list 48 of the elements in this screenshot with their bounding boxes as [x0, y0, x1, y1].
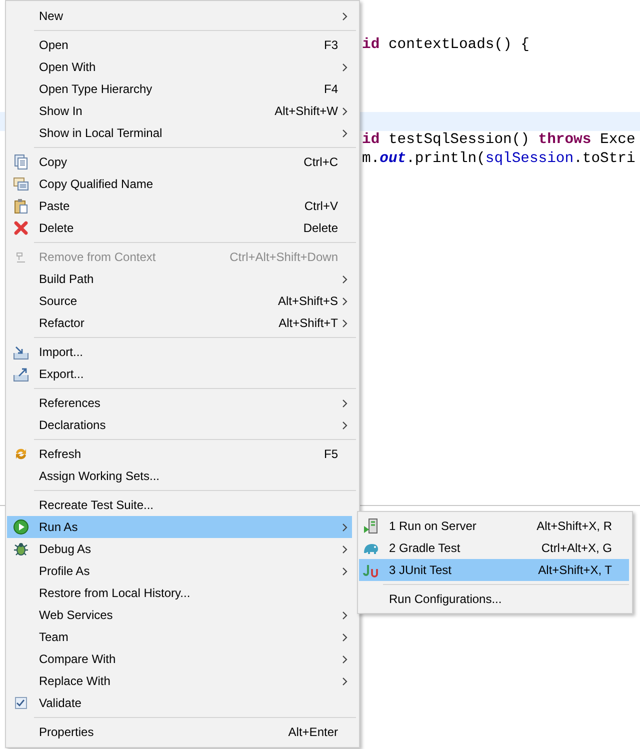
- menu-item[interactable]: Replace With: [7, 670, 352, 692]
- menu-item[interactable]: Export...: [7, 363, 352, 385]
- menu-item[interactable]: Assign Working Sets...: [7, 465, 352, 487]
- bug-icon: [12, 541, 28, 557]
- export-icon: [12, 366, 28, 382]
- delete-icon: [12, 220, 28, 236]
- menu-item[interactable]: Run Configurations...: [359, 588, 629, 610]
- menu-item[interactable]: Declarations: [7, 414, 352, 436]
- run-icon: [12, 519, 28, 535]
- menu-item[interactable]: New: [7, 5, 352, 27]
- paste-icon: [12, 198, 28, 214]
- menu-item[interactable]: Copy Qualified Name: [7, 173, 352, 195]
- menu-item[interactable]: Refactor Alt+Shift+T: [7, 312, 352, 334]
- menu-item[interactable]: Web Services: [7, 604, 352, 626]
- code-line: id testSqlSession() throws Exce: [362, 132, 636, 148]
- menu-item[interactable]: Debug As: [7, 538, 352, 560]
- menu-item[interactable]: Recreate Test Suite...: [7, 494, 352, 516]
- menu-item[interactable]: Run As: [7, 516, 352, 538]
- menu-item[interactable]: Source Alt+Shift+S: [7, 290, 352, 312]
- menu-item[interactable]: Build Path: [7, 268, 352, 290]
- menu-item[interactable]: Profile As: [7, 560, 352, 582]
- menu-item[interactable]: 3 JUnit Test Alt+Shift+X, T: [359, 559, 629, 581]
- server-icon: [363, 518, 379, 534]
- menu-item[interactable]: Delete Delete: [7, 217, 352, 239]
- test-icon: [363, 562, 379, 578]
- import-icon: [12, 344, 28, 360]
- menu-item[interactable]: Import...: [7, 341, 352, 363]
- menu-item[interactable]: Team: [7, 626, 352, 648]
- code-line: id contextLoads() {: [362, 37, 530, 53]
- code-line: m.out.println(sqlSession.toStri: [362, 151, 636, 167]
- menu-item[interactable]: Refresh F5: [7, 443, 352, 465]
- menu-item[interactable]: Paste Ctrl+V: [7, 195, 352, 217]
- menu-item[interactable]: 1 Run on Server Alt+Shift+X, R: [359, 515, 629, 537]
- menu-item[interactable]: Restore from Local History...: [7, 582, 352, 604]
- menu-item[interactable]: Open F3: [7, 34, 352, 56]
- menu-item[interactable]: 2 Gradle Test Ctrl+Alt+X, G: [359, 537, 629, 559]
- menu-item[interactable]: Properties Alt+Enter: [7, 721, 352, 743]
- copy-icon: [12, 154, 28, 170]
- menu-item[interactable]: Open Type Hierarchy F4: [7, 78, 352, 100]
- menu-item[interactable]: Show in Local Terminal: [7, 122, 352, 144]
- copy-icon: [12, 176, 28, 192]
- menu-item[interactable]: References: [7, 392, 352, 414]
- menu-item[interactable]: Compare With: [7, 648, 352, 670]
- menu-item[interactable]: Validate: [7, 692, 352, 714]
- menu-item[interactable]: Show In Alt+Shift+W: [7, 100, 352, 122]
- menu-item[interactable]: Open With: [7, 56, 352, 78]
- menu-item[interactable]: Copy Ctrl+C: [7, 151, 352, 173]
- checkbox[interactable]: [14, 697, 26, 709]
